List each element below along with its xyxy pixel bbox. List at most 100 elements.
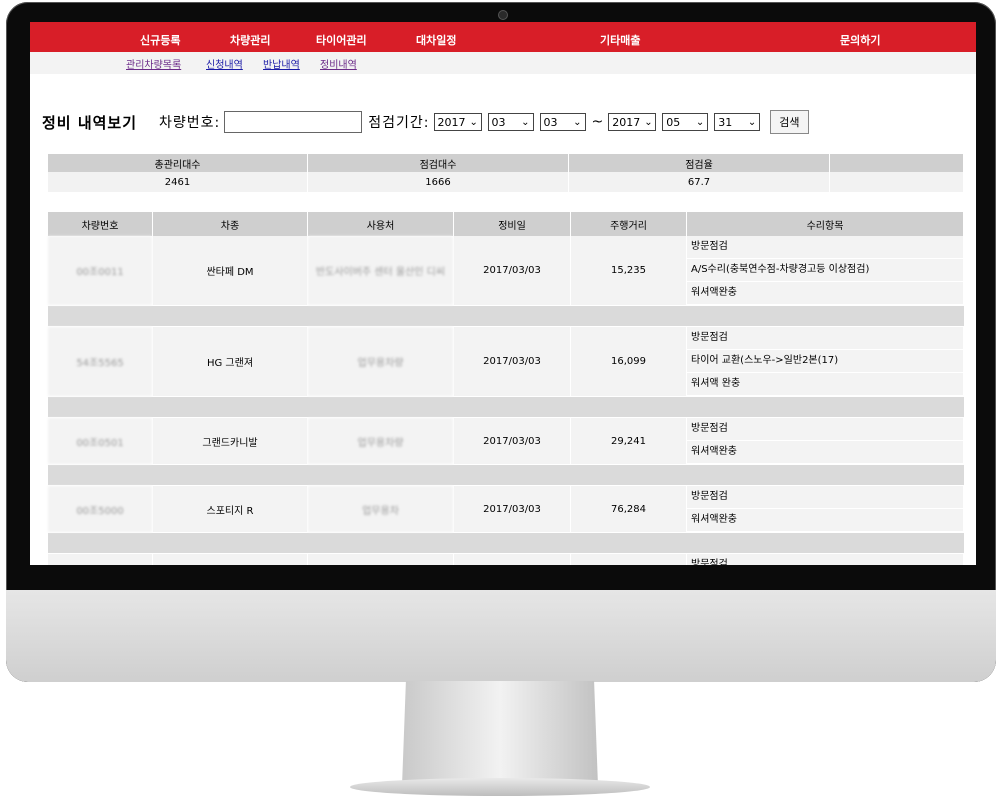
nav-new-registration[interactable]: 신규등록 bbox=[140, 32, 180, 48]
repair-item: 방문점검 bbox=[687, 236, 963, 259]
cell-mileage: 15,235 bbox=[570, 236, 687, 306]
from-month-value: 03 bbox=[491, 115, 506, 129]
cell-model bbox=[152, 553, 308, 565]
subnav-maintenance[interactable]: 정비내역 bbox=[320, 56, 357, 71]
subnav-managed-vehicles[interactable]: 관리차량목록 bbox=[126, 56, 181, 71]
screen: 신규등록 차량관리 타이어관리 대차일정 기타매출 문의하기 관리차량목록 신청… bbox=[30, 22, 976, 565]
subnav-returns[interactable]: 반납내역 bbox=[263, 56, 300, 71]
from-month-select[interactable]: 03 ⌄ bbox=[487, 113, 534, 131]
table-row: 방문점검 bbox=[48, 553, 964, 565]
to-year-select[interactable]: 2017 ⌄ bbox=[608, 113, 657, 131]
cell-mileage bbox=[570, 553, 687, 565]
col-date: 정비일 bbox=[453, 212, 571, 236]
cell-date bbox=[453, 553, 571, 565]
cell-car-no: 54조5565 bbox=[48, 326, 153, 397]
row-separator bbox=[48, 305, 964, 327]
repair-item: 방문점검 bbox=[687, 554, 963, 565]
chevron-down-icon: ⌄ bbox=[469, 116, 478, 128]
cell-repair-items: 방문점검 워셔액완충 bbox=[686, 485, 964, 533]
nav-tire-management[interactable]: 타이어관리 bbox=[316, 32, 367, 48]
summary-value-total: 2461 bbox=[48, 172, 308, 192]
maintenance-table: 차량번호 차종 사용처 정비일 주행거리 수리항목 00조0011 싼타페 DM… bbox=[48, 212, 964, 565]
cell-repair-items: 방문점검 타이어 교환(스노우->일반2본(17) 워셔액 완충 bbox=[686, 326, 964, 397]
summary-header-rate: 점검율 bbox=[568, 154, 830, 172]
cell-model: 그랜드카니발 bbox=[152, 417, 308, 465]
summary-value-rate: 67.7 bbox=[568, 172, 830, 192]
table-row: 00조0501 그랜드카니발 업무용차량 2017/03/03 29,241 방… bbox=[48, 417, 964, 465]
table-row: 54조5565 HG 그랜져 업무용차량 2017/03/03 16,099 방… bbox=[48, 326, 964, 397]
cell-user: 반도사이버주 센터 울산인 디씨 bbox=[307, 236, 454, 306]
summary-header-total: 총관리대수 bbox=[48, 154, 308, 172]
from-year-select[interactable]: 2017 ⌄ bbox=[433, 113, 482, 131]
cell-model: HG 그랜져 bbox=[152, 326, 308, 397]
col-car-no: 차량번호 bbox=[48, 212, 153, 236]
search-button[interactable]: 검색 bbox=[770, 110, 809, 134]
chevron-down-icon: ⌄ bbox=[747, 116, 757, 128]
nav-inquiry[interactable]: 문의하기 bbox=[840, 32, 880, 48]
cell-car-no: 00조5000 bbox=[48, 485, 153, 533]
cell-mileage: 16,099 bbox=[570, 326, 687, 397]
camera-icon bbox=[498, 10, 508, 20]
subnav-requests[interactable]: 신청내역 bbox=[206, 56, 243, 71]
sub-navigation: 관리차량목록 신청내역 반납내역 정비내역 bbox=[30, 52, 976, 74]
chevron-down-icon: ⌄ bbox=[521, 116, 530, 128]
table-row: 00조0011 싼타페 DM 반도사이버주 센터 울산인 디씨 2017/03/… bbox=[48, 236, 964, 306]
summary-value-inspected: 1666 bbox=[307, 172, 569, 192]
top-navigation: 신규등록 차량관리 타이어관리 대차일정 기타매출 문의하기 bbox=[30, 22, 976, 52]
page-title: 정비 내역보기 bbox=[42, 113, 138, 132]
car-no-input[interactable] bbox=[224, 111, 363, 133]
car-no-label: 차량번호: bbox=[159, 115, 221, 131]
to-day-value: 31 bbox=[718, 115, 733, 129]
monitor-chin bbox=[6, 590, 996, 682]
repair-item: 워셔액완충 bbox=[687, 509, 963, 532]
to-day-select[interactable]: 31 ⌄ bbox=[714, 113, 761, 131]
row-separator bbox=[48, 396, 964, 418]
nav-other-sales[interactable]: 기타매출 bbox=[600, 32, 640, 48]
cell-user: 업무용차량 bbox=[307, 417, 454, 465]
to-month-select[interactable]: 05 ⌄ bbox=[662, 113, 709, 131]
repair-item: 방문점검 bbox=[687, 327, 963, 350]
col-model: 차종 bbox=[152, 212, 308, 236]
repair-item: 워셔액완충 bbox=[687, 441, 963, 464]
repair-item: 워셔액 완충 bbox=[687, 373, 963, 396]
period-label: 점검기간: bbox=[368, 115, 430, 131]
from-day-value: 03 bbox=[543, 115, 558, 129]
monitor-frame: 신규등록 차량관리 타이어관리 대차일정 기타매출 문의하기 관리차량목록 신청… bbox=[6, 2, 996, 682]
to-year-value: 2017 bbox=[612, 115, 641, 129]
from-year-value: 2017 bbox=[437, 115, 466, 129]
cell-mileage: 29,241 bbox=[570, 417, 687, 465]
cell-model: 싼타페 DM bbox=[152, 236, 308, 306]
col-repair-items: 수리항목 bbox=[686, 212, 964, 236]
from-day-select[interactable]: 03 ⌄ bbox=[539, 113, 586, 131]
col-mileage: 주행거리 bbox=[570, 212, 687, 236]
nav-vehicle-management[interactable]: 차량관리 bbox=[230, 32, 270, 48]
repair-item: 타이어 교환(스노우->일반2본(17) bbox=[687, 350, 963, 373]
repair-item: 방문점검 bbox=[687, 486, 963, 509]
cell-user bbox=[307, 553, 454, 565]
chevron-down-icon: ⌄ bbox=[644, 116, 653, 128]
cell-user: 업무용차 bbox=[307, 485, 454, 533]
summary-table: 총관리대수 점검대수 점검율 2461 1666 67.7 bbox=[48, 154, 964, 192]
summary-header-empty bbox=[829, 154, 964, 172]
repair-item: 워셔액완충 bbox=[687, 282, 963, 305]
nav-loaner-schedule[interactable]: 대차일정 bbox=[416, 32, 456, 48]
cell-date: 2017/03/03 bbox=[453, 485, 571, 533]
cell-date: 2017/03/03 bbox=[453, 236, 571, 306]
chevron-down-icon: ⌄ bbox=[695, 116, 705, 128]
monitor-base bbox=[350, 778, 650, 796]
cell-date: 2017/03/03 bbox=[453, 417, 571, 465]
cell-car-no bbox=[48, 553, 153, 565]
repair-item: A/S수리(충북연수점-차량경고등 이상점검) bbox=[687, 259, 963, 282]
monitor-stand bbox=[402, 681, 598, 786]
search-bar: 정비 내역보기 차량번호: 점검기간: 2017 ⌄ 03 ⌄ 03 ⌄ ~ 2017… bbox=[42, 110, 809, 134]
period-tilde: ~ bbox=[591, 114, 605, 130]
cell-car-no: 00조0011 bbox=[48, 236, 153, 306]
cell-date: 2017/03/03 bbox=[453, 326, 571, 397]
summary-header-inspected: 점검대수 bbox=[307, 154, 569, 172]
summary-value-empty bbox=[829, 172, 964, 192]
to-month-value: 05 bbox=[666, 115, 681, 129]
cell-car-no: 00조0501 bbox=[48, 417, 153, 465]
row-separator bbox=[48, 464, 964, 486]
repair-item: 방문점검 bbox=[687, 418, 963, 441]
cell-user: 업무용차량 bbox=[307, 326, 454, 397]
